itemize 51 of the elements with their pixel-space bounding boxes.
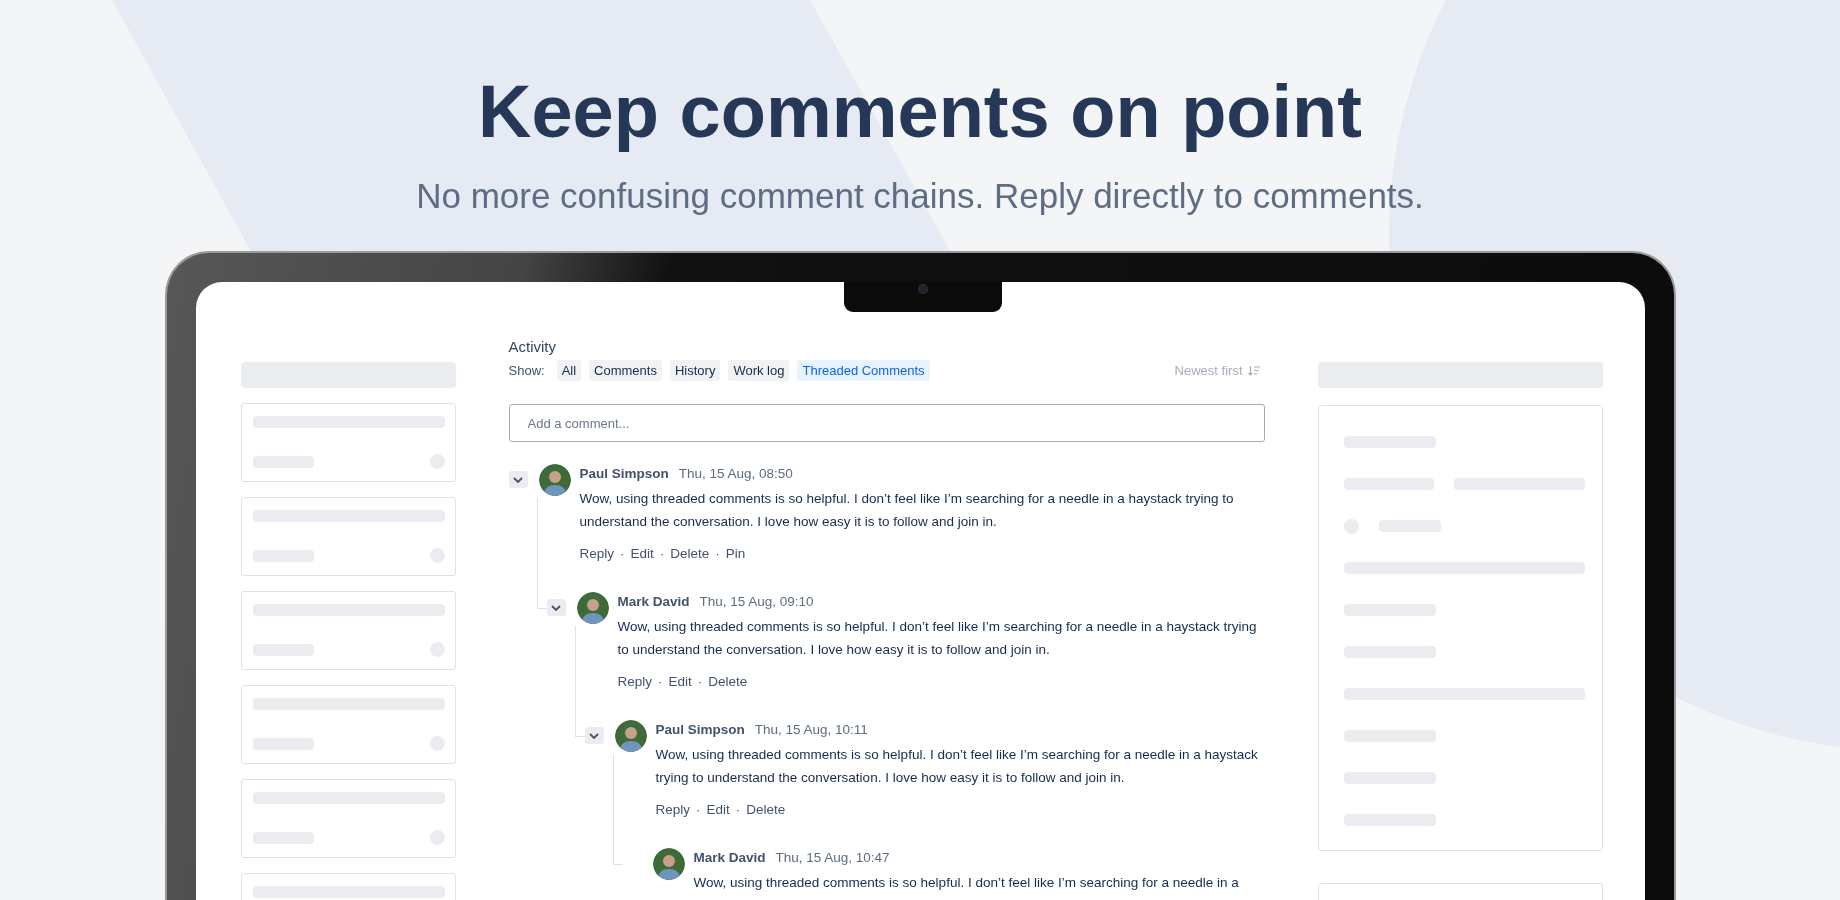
expand-toggle[interactable] [508,471,528,488]
chevron-icon [589,732,599,739]
sort-icon [1247,365,1260,376]
separator-dot: · [696,801,701,819]
comment-text: Wow, using threaded comments is so helpful. I don’t feel like I’m searching for a needle in a haystack trying to understand the conversation. I love how easy it is to follow and join in. [579,490,1235,531]
camera-icon [918,285,927,293]
avatar-icon [538,464,571,496]
separator-dot: · [735,801,741,819]
avatar-icon [576,592,609,624]
author-name: Mark David [693,850,766,865]
avatar-icon [652,848,685,880]
action-link[interactable]: Delete [670,543,710,565]
comment-text: Wow, using threaded comments is so helpful. I don’t feel like I’m searching for a needle in a [693,874,1240,892]
separator-dot: · [715,545,720,563]
action-link[interactable]: Reply [617,671,652,693]
comment-time: Thu, 15 Aug, 09:10 [699,594,814,609]
action-link[interactable]: Reply [655,799,690,821]
action-link[interactable]: Edit [630,543,654,565]
separator-dot: · [659,545,665,563]
subheadline: No more confusing comment chains. Reply directly to comments. [416,175,1424,217]
filter-tab[interactable]: Threaded Comments [797,360,930,381]
expand-toggle[interactable] [584,727,604,744]
filter-tab[interactable]: Comments [589,360,662,381]
comment-time: Thu, 15 Aug, 08:50 [678,466,793,481]
filter-label: Show: [508,363,545,378]
section-title: Activity [508,337,557,357]
action-link[interactable]: Pin [725,543,746,565]
author-name: Mark David [617,594,690,609]
action-link[interactable]: Delete [708,671,748,693]
filter-tab[interactable]: All [556,360,582,381]
filter-tab[interactable]: History [669,360,721,381]
action-link[interactable]: Edit [706,799,730,821]
avatar-icon [614,720,647,752]
comment-text: Wow, using threaded comments is so helpful. I don’t feel like I’m searching for a needle in a haystack trying to understand the conversation. I love how easy it is to follow and join in. [617,618,1258,659]
separator-dot: · [658,673,663,691]
comment-text: Wow, using threaded comments is so helpful. I don’t feel like I’m searching for a needle in a haystack trying to understand the conversation. I love how easy it is to follow and join in. [655,746,1259,787]
expand-toggle[interactable] [546,599,566,616]
chevron-icon [513,476,523,483]
separator-dot: · [620,545,625,563]
chevron-icon [551,604,561,611]
action-link[interactable]: Edit [668,671,692,693]
action-link[interactable]: Delete [746,799,786,821]
comment-time: Thu, 15 Aug, 10:47 [775,850,890,865]
filter-tab[interactable]: Work log [728,360,790,381]
separator-dot: · [697,673,703,691]
action-link[interactable]: Reply [579,543,614,565]
comment-field[interactable]: Add a comment... [508,404,1265,442]
comment-time: Thu, 15 Aug, 10:11 [754,722,868,737]
author-name: Paul Simpson [655,722,745,737]
author-name: Paul Simpson [579,466,669,481]
headline: Keep comments on point [477,69,1363,152]
